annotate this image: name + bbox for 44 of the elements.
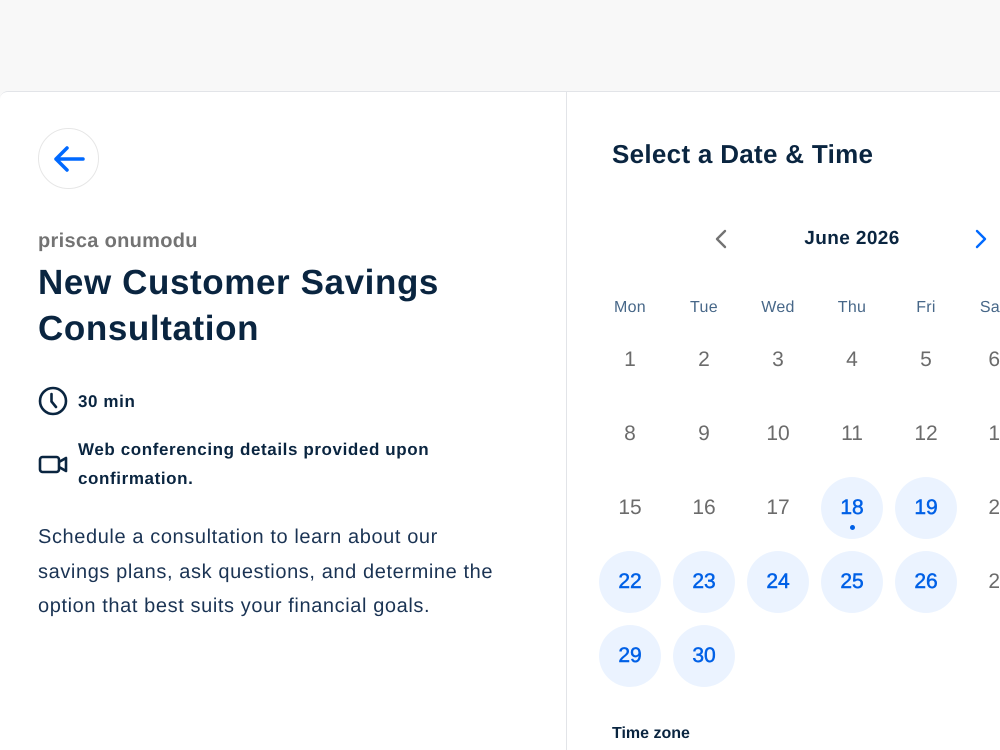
date-number: 4	[846, 347, 858, 373]
clock-icon	[38, 386, 68, 416]
weekday-label: Mon	[614, 298, 646, 318]
date-number: 2	[698, 347, 710, 373]
date-button[interactable]: 29	[599, 625, 661, 687]
date-button[interactable]: 22	[599, 551, 661, 613]
location-text: Web conferencing details provided upon confirmation.	[78, 439, 430, 490]
time-zone-label: Time zone	[612, 724, 691, 744]
section-heading: Select a Date & Time	[612, 138, 874, 171]
date-button[interactable]: 30	[673, 625, 735, 687]
date-number: 9	[698, 421, 710, 447]
date-number: 10	[766, 421, 790, 447]
weekday-label: Tue	[690, 298, 718, 318]
weekday-label: Wed	[761, 298, 795, 318]
date-button[interactable]: 24	[747, 551, 809, 613]
date-button[interactable]: 26	[895, 551, 957, 613]
date-number: 2	[988, 495, 1000, 521]
back-arrow-icon	[52, 146, 84, 172]
date-number: 8	[624, 421, 636, 447]
chevron-right-icon	[975, 229, 987, 249]
date-button[interactable]: 18	[821, 477, 883, 539]
date-button[interactable]: 19	[895, 477, 957, 539]
date-number: 1	[624, 347, 636, 373]
date-button[interactable]: 23	[673, 551, 735, 613]
date-number: 6	[988, 347, 1000, 373]
weekday-label: Sa	[980, 298, 1000, 318]
date-number: 5	[920, 347, 932, 373]
date-number: 15	[618, 495, 642, 521]
month-label: June 2026	[803, 226, 901, 251]
date-button[interactable]: 25	[821, 551, 883, 613]
event-title: New Customer Savings Consultation	[38, 262, 440, 350]
date-number: 11	[841, 421, 863, 447]
organizer-name: prisca onumodu	[38, 229, 199, 254]
date-number: 16	[692, 495, 716, 521]
weekday-label: Thu	[838, 298, 866, 318]
duration-text: 30 min	[78, 390, 136, 412]
event-description: Schedule a consultation to learn about our savings plans, ask questions, and determine the option that best suits your financial goals.	[38, 525, 494, 619]
date-number: 17	[766, 495, 790, 521]
weekday-label: Fri	[916, 298, 936, 318]
date-number: 12	[914, 421, 938, 447]
date-number: 1	[988, 421, 1000, 447]
chevron-left-icon	[715, 229, 727, 249]
date-number: 3	[772, 347, 784, 373]
date-number: 2	[988, 569, 1000, 595]
